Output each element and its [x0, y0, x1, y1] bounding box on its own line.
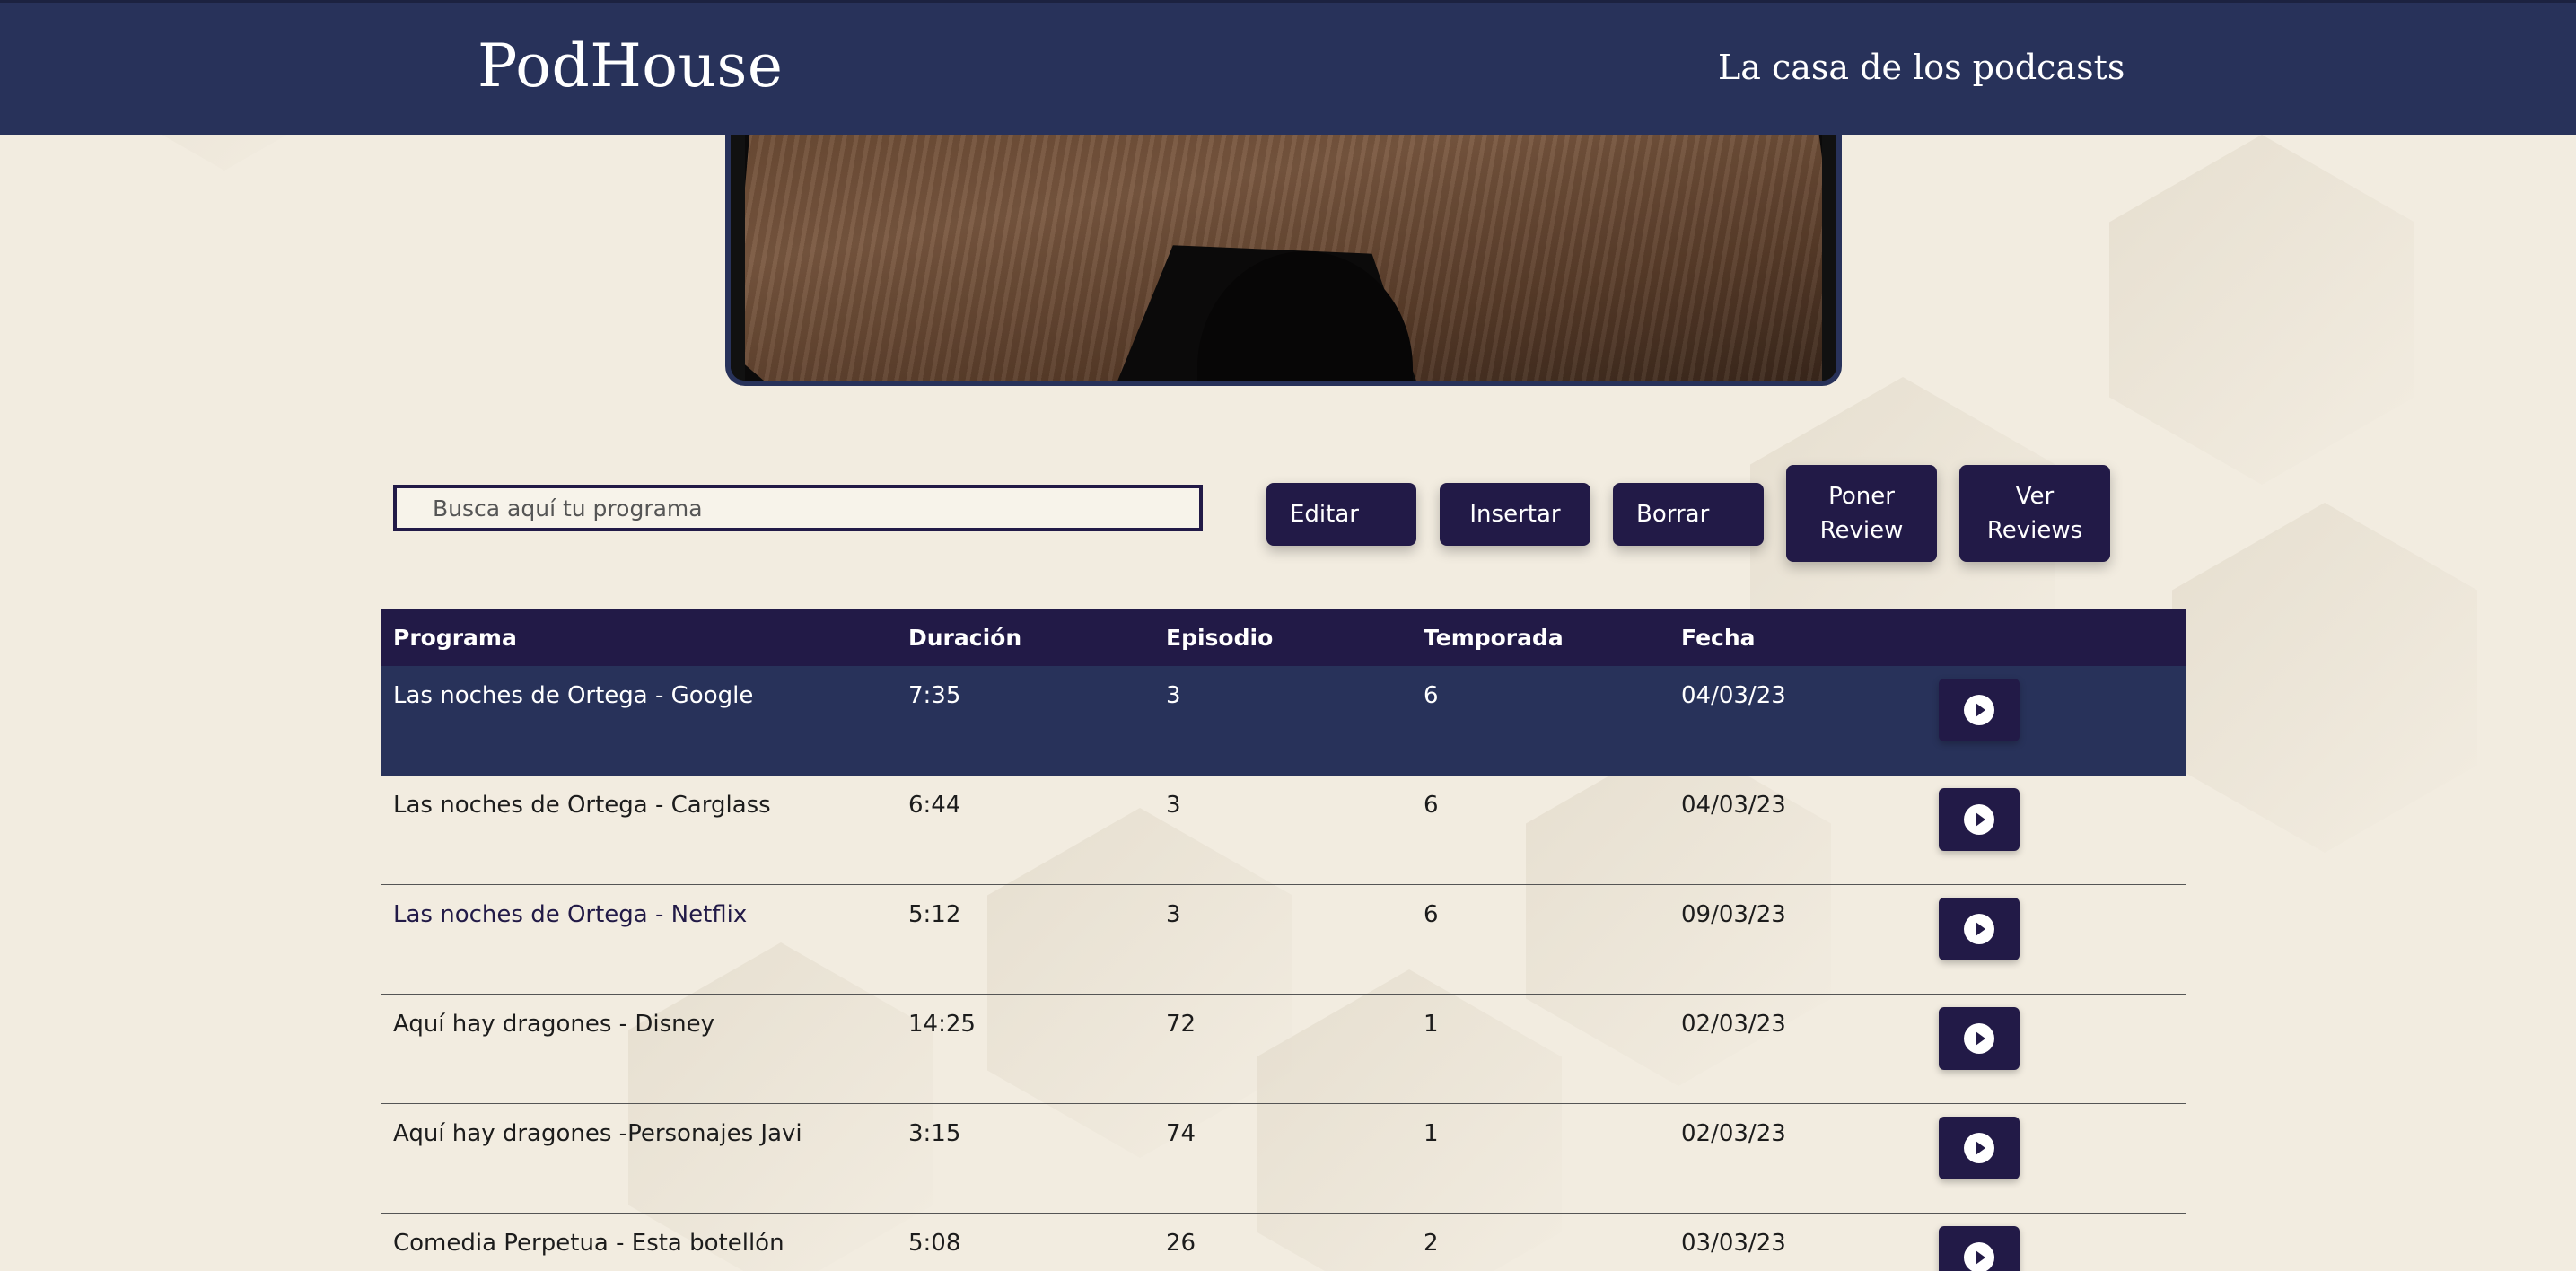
search-input[interactable]	[397, 495, 1199, 522]
cell-fecha: 03/03/23	[1681, 1230, 1786, 1257]
site-header: PodHouse La casa de los podcasts	[0, 0, 2576, 135]
view-reviews-label-line2: Reviews	[1986, 517, 2083, 544]
cell-temporada: 6	[1424, 682, 1439, 709]
cell-duracion: 5:12	[908, 901, 961, 928]
play-circle-icon	[1964, 1242, 1994, 1271]
cell-episodio: 26	[1166, 1230, 1196, 1257]
cell-programa: Las noches de Ortega - Carglass	[393, 792, 771, 819]
cell-temporada: 1	[1424, 1011, 1439, 1038]
cell-programa: Aquí hay dragones - Disney	[393, 1011, 714, 1038]
search-box	[393, 485, 1203, 531]
header-episodio[interactable]: Episodio	[1153, 625, 1411, 651]
play-button[interactable]	[1939, 1226, 2020, 1271]
cell-duracion: 5:08	[908, 1230, 961, 1257]
cell-temporada: 6	[1424, 792, 1439, 819]
play-button[interactable]	[1939, 788, 2020, 851]
cell-temporada: 6	[1424, 901, 1439, 928]
cell-programa: Aquí hay dragones -Personajes Javi	[393, 1120, 802, 1147]
hero-desk-leg-left	[731, 99, 745, 381]
cell-fecha: 02/03/23	[1681, 1120, 1786, 1147]
add-review-label-line1: Poner	[1828, 483, 1895, 510]
cell-duracion: 6:44	[908, 792, 961, 819]
cell-fecha: 02/03/23	[1681, 1011, 1786, 1038]
cell-episodio: 72	[1166, 1011, 1196, 1038]
delete-button[interactable]: Borrar	[1613, 483, 1764, 546]
play-circle-icon	[1964, 1133, 1994, 1163]
add-review-button[interactable]: Poner Review	[1786, 465, 1937, 562]
cell-duracion: 7:35	[908, 682, 961, 709]
play-button[interactable]	[1939, 1007, 2020, 1070]
view-reviews-button[interactable]: Ver Reviews	[1959, 465, 2110, 562]
cell-fecha: 04/03/23	[1681, 682, 1786, 709]
hero-image	[725, 99, 1842, 386]
table-row[interactable]: Las noches de Ortega - Netflix 5:12 3 6 …	[381, 885, 2186, 995]
cell-episodio: 3	[1166, 901, 1181, 928]
table-header: Programa Duración Episodio Temporada Fec…	[381, 609, 2186, 666]
header-fecha[interactable]: Fecha	[1669, 625, 1926, 651]
header-temporada[interactable]: Temporada	[1411, 625, 1669, 651]
cell-temporada: 1	[1424, 1120, 1439, 1147]
play-button[interactable]	[1939, 1117, 2020, 1179]
table-row[interactable]: Las noches de Ortega - Carglass 6:44 3 6…	[381, 776, 2186, 885]
brand-logo[interactable]: PodHouse	[478, 31, 783, 101]
cell-duracion: 3:15	[908, 1120, 961, 1147]
play-circle-icon	[1964, 804, 1994, 835]
cell-duracion: 14:25	[908, 1011, 976, 1038]
play-circle-icon	[1964, 1023, 1994, 1054]
cell-programa: Las noches de Ortega - Netflix	[393, 901, 748, 928]
play-circle-icon	[1964, 695, 1994, 725]
programs-table: Programa Duración Episodio Temporada Fec…	[381, 609, 2186, 1271]
table-row[interactable]: Aquí hay dragones -Personajes Javi 3:15 …	[381, 1104, 2186, 1214]
hero-desk-leg-right	[1822, 99, 1836, 381]
play-button[interactable]	[1939, 898, 2020, 960]
site-tagline: La casa de los podcasts	[1718, 48, 2125, 87]
cell-fecha: 04/03/23	[1681, 792, 1786, 819]
table-row[interactable]: Comedia Perpetua - Esta botellón 5:08 26…	[381, 1214, 2186, 1271]
view-reviews-label-line1: Ver	[2015, 483, 2055, 510]
cell-episodio: 3	[1166, 792, 1181, 819]
insert-button[interactable]: Insertar	[1440, 483, 1590, 546]
cell-temporada: 2	[1424, 1230, 1439, 1257]
edit-button[interactable]: Editar	[1266, 483, 1416, 546]
play-button[interactable]	[1939, 679, 2020, 741]
header-duracion[interactable]: Duración	[896, 625, 1153, 651]
cell-programa: Las noches de Ortega - Google	[393, 682, 754, 709]
header-programa[interactable]: Programa	[381, 625, 896, 651]
play-circle-icon	[1964, 914, 1994, 944]
cell-programa: Comedia Perpetua - Esta botellón	[393, 1230, 784, 1257]
cell-episodio: 74	[1166, 1120, 1196, 1147]
table-row[interactable]: Aquí hay dragones - Disney 14:25 72 1 02…	[381, 995, 2186, 1104]
cell-episodio: 3	[1166, 682, 1181, 709]
table-row[interactable]: Las noches de Ortega - Google 7:35 3 6 0…	[381, 666, 2186, 776]
add-review-label-line2: Review	[1819, 517, 1904, 544]
cell-fecha: 09/03/23	[1681, 901, 1786, 928]
